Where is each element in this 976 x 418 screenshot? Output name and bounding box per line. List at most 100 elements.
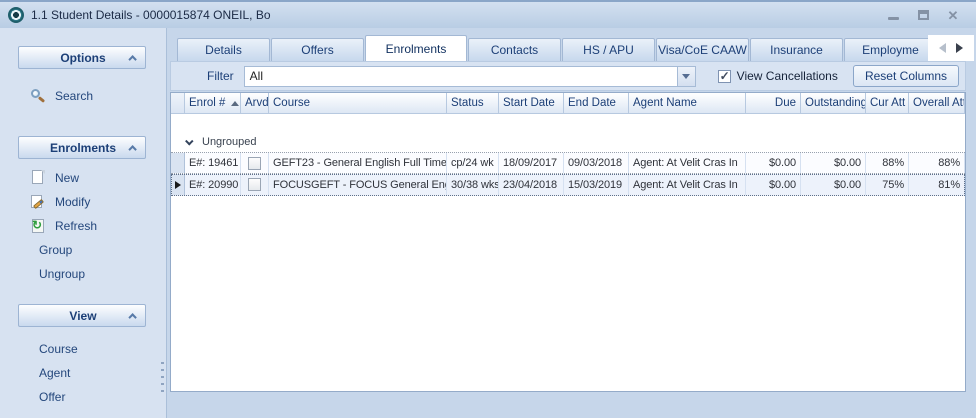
cell-status[interactable]: cp/24 wk: [447, 153, 499, 173]
grid-spacer: [171, 114, 965, 132]
title-bar: 1.1 Student Details - 0000015874 ONEIL, …: [0, 2, 976, 28]
table-row-selected[interactable]: E#: 20990 FOCUSGEFT - FOCUS General Engl…: [171, 174, 965, 196]
filter-label: Filter: [207, 69, 234, 83]
window-title: 1.1 Student Details - 0000015874 ONEIL, …: [31, 8, 271, 22]
search-icon: [30, 88, 46, 104]
cell-overall-att[interactable]: 81%: [909, 174, 965, 195]
cell-end-date[interactable]: 09/03/2018: [564, 153, 629, 173]
cell-outstanding[interactable]: $0.00: [801, 153, 866, 173]
current-row-arrow-icon: [175, 181, 181, 189]
tab-contacts[interactable]: Contacts: [468, 38, 561, 61]
cell-start-date[interactable]: 18/09/2017: [499, 153, 564, 173]
column-header-enrol[interactable]: Enrol #: [185, 93, 241, 114]
tab-insurance[interactable]: Insurance: [750, 38, 843, 61]
cell-end-date[interactable]: 15/03/2019: [564, 174, 629, 195]
tab-visa-coe-caaw[interactable]: Visa/CoE CAAW: [656, 38, 749, 61]
cell-due[interactable]: $0.00: [746, 174, 801, 195]
column-header-cur-att[interactable]: Cur Att: [866, 93, 909, 114]
row-indicator-cell: [171, 174, 185, 195]
tab-hs-apu[interactable]: HS / APU: [562, 38, 655, 61]
grid-header-row: Enrol # Arvd Course Status Start Date En…: [171, 93, 965, 114]
close-button[interactable]: ✕: [946, 8, 960, 22]
sidebar-item-search[interactable]: Search: [0, 84, 158, 108]
sidebar-item-course[interactable]: Course: [0, 337, 158, 361]
column-header-start-date[interactable]: Start Date: [499, 93, 564, 114]
row-indicator-cell: [171, 153, 185, 173]
cell-course[interactable]: FOCUSGEFT - FOCUS General Englis: [269, 174, 447, 195]
cell-cur-att[interactable]: 75%: [866, 174, 909, 195]
sidebar-group-enrolments[interactable]: Enrolments: [18, 136, 146, 159]
tab-offers[interactable]: Offers: [271, 38, 364, 61]
column-header-course[interactable]: Course: [269, 93, 447, 114]
sidebar-item-label: Course: [39, 342, 78, 356]
sidebar-group-options[interactable]: Options: [18, 46, 146, 69]
sidebar-splitter[interactable]: [158, 28, 167, 418]
sidebar-item-modify[interactable]: Modify: [0, 190, 158, 214]
arvd-checkbox[interactable]: [248, 157, 261, 170]
dropdown-button[interactable]: [677, 67, 695, 86]
tab-details[interactable]: Details: [177, 38, 270, 61]
column-header-agent-name[interactable]: Agent Name: [629, 93, 746, 114]
cell-start-date[interactable]: 23/04/2018: [499, 174, 564, 195]
sidebar-item-group[interactable]: Group: [0, 238, 158, 262]
cell-arvd[interactable]: [241, 174, 269, 195]
chevron-down-icon: [185, 137, 193, 145]
filter-bar: Filter All View Cancellations Reset Colu…: [170, 61, 966, 91]
tab-scroll-buttons: [928, 35, 974, 61]
filter-dropdown[interactable]: All: [244, 66, 696, 87]
tab-employment[interactable]: Employme: [844, 38, 937, 61]
cell-due[interactable]: $0.00: [746, 153, 801, 173]
enrolments-grid: Enrol # Arvd Course Status Start Date En…: [170, 92, 966, 392]
sidebar-item-ungroup[interactable]: Ungroup: [0, 262, 158, 286]
sidebar-group-view[interactable]: View: [18, 304, 146, 327]
restore-button[interactable]: [916, 8, 930, 22]
cell-cur-att[interactable]: 88%: [866, 153, 909, 173]
column-header-arvd[interactable]: Arvd: [241, 93, 269, 114]
column-header-overall-att[interactable]: Overall Att: [909, 93, 965, 114]
filter-dropdown-value: All: [245, 69, 677, 83]
view-cancellations-toggle[interactable]: View Cancellations: [718, 69, 838, 83]
arvd-checkbox[interactable]: [248, 178, 261, 191]
sidebar-item-refresh[interactable]: ↻ Refresh: [0, 214, 158, 238]
group-row-label: Ungrouped: [202, 136, 256, 148]
column-header-status[interactable]: Status: [447, 93, 499, 114]
cell-course[interactable]: GEFT23 - General English Full Time: [269, 153, 447, 173]
minimize-button[interactable]: [886, 8, 900, 22]
cell-enrol[interactable]: E#: 19461: [185, 153, 241, 173]
column-header-due[interactable]: Due: [746, 93, 801, 114]
reset-columns-button[interactable]: Reset Columns: [853, 65, 959, 87]
view-cancellations-checkbox[interactable]: [718, 70, 731, 83]
splitter-grip-icon: [161, 362, 164, 394]
tab-scroll-left-icon[interactable]: [939, 43, 946, 53]
cell-outstanding[interactable]: $0.00: [801, 174, 866, 195]
sidebar-group-enrolments-title: Enrolments: [35, 141, 131, 155]
sidebar-group-view-title: View: [35, 309, 131, 323]
view-cancellations-label: View Cancellations: [737, 69, 838, 83]
cell-agent-name[interactable]: Agent: At Velit Cras In: [629, 153, 746, 173]
sidebar: Options Search Enrolments New Modify: [0, 28, 158, 418]
sidebar-item-label: Ungroup: [39, 267, 85, 281]
column-header-outstanding[interactable]: Outstanding: [801, 93, 866, 114]
cell-arvd[interactable]: [241, 153, 269, 173]
restore-icon: [918, 10, 929, 20]
chevron-down-icon: [682, 74, 690, 79]
cell-enrol[interactable]: E#: 20990: [185, 174, 241, 195]
tab-scroll-right-icon[interactable]: [956, 43, 963, 53]
cell-agent-name[interactable]: Agent: At Velit Cras In: [629, 174, 746, 195]
sidebar-item-agent[interactable]: Agent: [0, 361, 158, 385]
sidebar-item-new[interactable]: New: [0, 166, 158, 190]
group-row-ungrouped[interactable]: Ungrouped: [171, 132, 965, 152]
new-document-icon: [30, 170, 46, 186]
column-header-end-date[interactable]: End Date: [564, 93, 629, 114]
tab-enrolments[interactable]: Enrolments: [365, 35, 467, 61]
tab-strip: Details Offers Enrolments Contacts HS / …: [167, 35, 976, 61]
sidebar-item-offer[interactable]: Offer: [0, 385, 158, 409]
window-controls: ✕: [886, 8, 968, 22]
main-area: Details Offers Enrolments Contacts HS / …: [167, 28, 976, 418]
cell-overall-att[interactable]: 88%: [909, 153, 965, 173]
sidebar-item-label: Modify: [55, 195, 90, 209]
table-row[interactable]: E#: 19461 GEFT23 - General English Full …: [171, 152, 965, 174]
cell-status[interactable]: 30/38 wks: [447, 174, 499, 195]
sidebar-item-label: Search: [55, 89, 93, 103]
app-window: 1.1 Student Details - 0000015874 ONEIL, …: [0, 0, 976, 418]
